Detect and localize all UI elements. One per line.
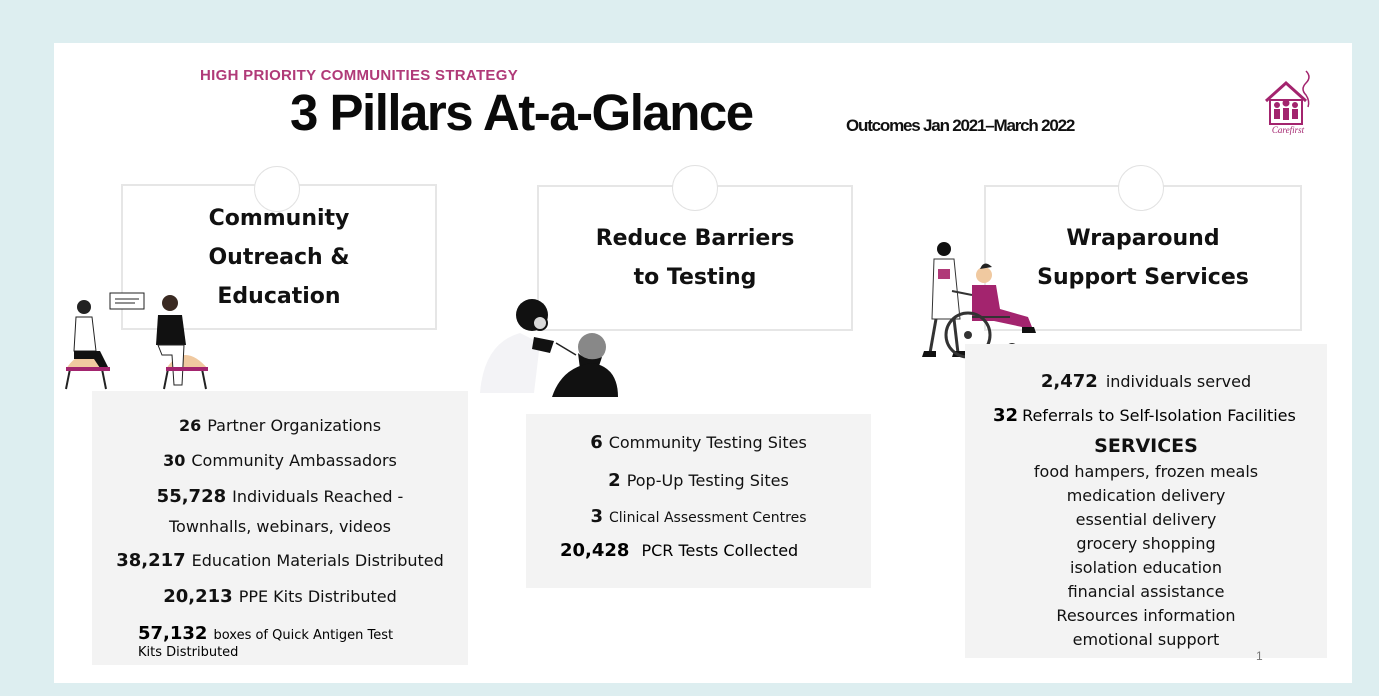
page-title: 3 Pillars At-a-Glance [290,84,754,141]
stat-row: 20,213 PPE Kits Distributed [163,586,397,607]
stat-row: 38,217 Education Materials Distributed [116,550,444,571]
conversation-illustration [62,289,212,397]
stat-row: 6 Community Testing Sites [590,432,807,453]
pillar-3-title: Wraparound Support Services [1037,226,1249,290]
page-subtitle: Outcomes Jan 2021–March 2022 [846,116,1075,135]
pillar-3-circle [1118,165,1164,211]
stat-row: 26 Partner Organizations [178,416,382,435]
stat-row: 3 Clinical Assessment Centres [590,506,807,527]
services-heading: SERVICES [1094,435,1198,457]
pillar-1-stats-panel: 26 Partner Organizations 30 Community Amba… [92,391,468,665]
service-item: financial assistance [1067,582,1225,601]
stat-row: 20,428 PCR Tests Collected [560,540,799,561]
service-item: essential delivery [1075,510,1217,529]
eyebrow-heading: HIGH PRIORITY COMMUNITIES STRATEGY [200,67,518,84]
pillar-2-title: Reduce Barriers to Testing [595,226,795,290]
stat-row: 2,472 individuals served [1040,371,1252,392]
service-item: grocery shopping [1076,534,1216,553]
page-number: 1 [1256,649,1263,663]
pillar-2-stats-panel: 6 Community Testing Sites 2 Pop-Up Testing… [526,414,871,588]
pillar-2-circle [672,165,718,211]
carefirst-logo: Carefirst [1260,67,1318,139]
service-item: emotional support [1072,630,1220,649]
stat-row: 55,728 Individuals Reached - [156,486,404,507]
service-item: isolation education [1070,558,1222,577]
stat-row: 57,132 boxes of Quick Antigen Test [138,623,394,644]
pillar-1-circle [254,166,300,212]
stat-row: Townhalls, webinars, videos [168,517,391,536]
service-item: food hampers, frozen meals [1033,462,1259,481]
slide: HIGH PRIORITY COMMUNITIES STRATEGY 3 Pil… [54,43,1352,683]
stat-row: 30 Community Ambassadors [163,451,397,470]
pillar-1-title: Community Outreach & Education [208,205,350,309]
logo-text: Carefirst [1272,125,1305,135]
service-item: medication delivery [1066,486,1226,505]
pillar-3-stats-panel: 2,472 individuals served 32 Referrals to S… [965,344,1327,663]
stat-row: 2 Pop-Up Testing Sites [608,470,789,491]
stat-row: 32 Referrals to Self-Isolation Facilities [993,405,1296,426]
testing-illustration [474,297,624,397]
stat-row: Kits Distributed [138,645,239,660]
service-item: Resources information [1056,606,1236,625]
